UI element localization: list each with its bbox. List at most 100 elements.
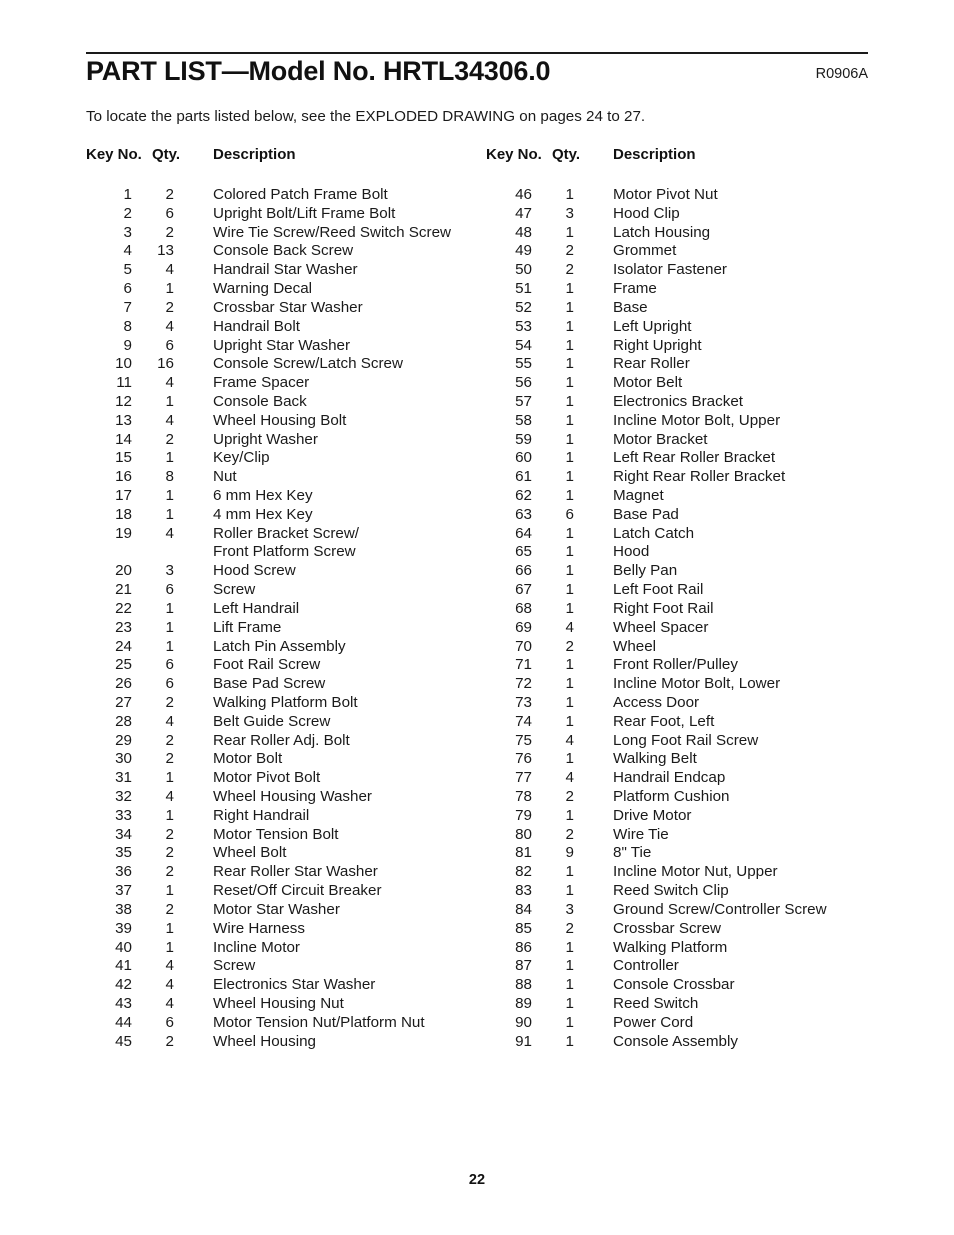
table-row: 88 1 Console Crossbar: [486, 976, 886, 995]
cell-qty: 1: [565, 581, 574, 599]
cell-key-no: 51: [515, 280, 532, 298]
cell-key-no: 73: [515, 693, 532, 711]
cell-qty: 2: [165, 186, 174, 203]
cell-description: Frame: [613, 280, 657, 298]
cell-description: Upright Bolt/Lift Frame Bolt: [213, 204, 396, 222]
cell-qty: 2: [165, 863, 174, 881]
cell-qty: 2: [165, 693, 174, 711]
column-header-qty: Qty.: [552, 146, 581, 163]
cell-key-no: 71: [515, 656, 532, 674]
cell-description: Wire Tie Screw/Reed Switch Screw: [213, 223, 452, 241]
table-row: 23 1 Lift Frame: [86, 619, 486, 638]
cell-qty: 1: [565, 317, 574, 335]
cell-description: Motor Pivot Bolt: [213, 769, 321, 787]
table-row: 58 1 Incline Motor Bolt, Upper: [486, 412, 886, 431]
cell-key-no: 62: [515, 487, 532, 504]
table-row: 38 2 Motor Star Washer: [86, 901, 486, 920]
cell-qty: 1: [165, 769, 174, 787]
cell-description: Lift Frame: [213, 618, 282, 636]
table-row: 19 4 Roller Bracket Screw/: [86, 525, 486, 544]
table-row: 12 1 Console Back: [86, 393, 486, 412]
cell-key-no: 39: [115, 919, 132, 937]
cell-key-no: 80: [515, 825, 532, 843]
cell-key-no: 58: [515, 411, 532, 429]
cell-qty: 2: [565, 242, 574, 260]
revision-code: R0906A: [815, 66, 868, 82]
cell-qty: 2: [165, 900, 174, 918]
cell-qty: 1: [565, 994, 574, 1012]
cell-qty: 1: [165, 505, 174, 523]
cell-key-no: 78: [515, 788, 532, 805]
cell-qty: 1: [165, 599, 174, 617]
cell-description: Right Upright: [613, 336, 702, 354]
cell-description: Incline Motor Nut, Upper: [613, 863, 778, 881]
cell-qty: 4: [165, 994, 174, 1012]
column-header-description: Description: [613, 146, 696, 163]
table-row: 57 1 Electronics Bracket: [486, 393, 886, 412]
table-row: 56 1 Motor Belt: [486, 374, 886, 393]
cell-qty: 1: [565, 806, 574, 824]
cell-key-no: 69: [515, 618, 532, 636]
cell-qty: 1: [565, 336, 574, 354]
table-row: 83 1 Reed Switch Clip: [486, 882, 886, 901]
table-row: 78 2 Platform Cushion: [486, 788, 886, 807]
table-row: 84 3 Ground Screw/Controller Screw: [486, 901, 886, 920]
cell-description: Motor Bracket: [613, 430, 708, 448]
cell-qty: 1: [565, 411, 574, 429]
table-row: 55 1 Rear Roller: [486, 355, 886, 374]
cell-key-no: 1: [123, 186, 132, 203]
cell-qty: 2: [165, 844, 174, 862]
cell-qty: 2: [565, 919, 574, 937]
cell-key-no: 23: [115, 618, 132, 636]
cell-description: Front Roller/Pulley: [613, 656, 738, 674]
cell-qty: 16: [157, 355, 174, 373]
cell-description: Rear Roller Adj. Bolt: [213, 731, 350, 749]
table-row: 21 6 Screw: [86, 581, 486, 600]
cell-key-no: 12: [115, 392, 132, 410]
table-row: 33 1 Right Handrail: [86, 807, 486, 826]
cell-description: Wheel Bolt: [213, 844, 287, 862]
cell-key-no: 48: [515, 223, 532, 241]
cell-key-no: 27: [115, 693, 132, 711]
cell-qty: 1: [565, 543, 574, 561]
table-row: 34 2 Motor Tension Bolt: [86, 826, 486, 845]
cell-key-no: 65: [515, 543, 532, 561]
cell-qty: 1: [565, 449, 574, 467]
table-row: 16 8 Nut: [86, 468, 486, 487]
cell-key-no: 56: [515, 374, 532, 392]
cell-key-no: 89: [515, 994, 532, 1012]
cell-description: Incline Motor Bolt, Lower: [613, 675, 781, 693]
cell-qty: 4: [165, 317, 174, 335]
cell-qty: 1: [565, 524, 574, 542]
cell-qty: 4: [165, 524, 174, 542]
cell-description: Isolator Fastener: [613, 261, 727, 279]
table-body-left: 1 2 Colored Patch Frame Bolt 2 6 Upright Bolt…: [86, 186, 486, 1051]
cell-description: Warning Decal: [213, 280, 313, 298]
cell-description: Hood Clip: [613, 204, 680, 222]
cell-description: Hood Screw: [213, 562, 296, 580]
cell-description: Console Assembly: [613, 1032, 738, 1050]
table-row: 67 1 Left Foot Rail: [486, 581, 886, 600]
table-row: 62 1 Magnet: [486, 487, 886, 506]
table-row: 42 4 Electronics Star Washer: [86, 976, 486, 995]
cell-description: Console Crossbar: [613, 976, 735, 994]
cell-qty: 2: [165, 750, 174, 768]
cell-key-no: 46: [515, 186, 532, 203]
cell-key-no: 8: [123, 317, 132, 335]
table-row: 43 4 Wheel Housing Nut: [86, 995, 486, 1014]
cell-description: Key/Clip: [213, 449, 270, 467]
table-row: 72 1 Incline Motor Bolt, Lower: [486, 675, 886, 694]
cell-key-no: 43: [115, 994, 132, 1012]
cell-key-no: 4: [123, 242, 132, 260]
cell-description: Wheel Housing Nut: [213, 994, 344, 1012]
cell-description: 8" Tie: [613, 844, 652, 862]
cell-qty: 8: [165, 468, 174, 486]
cell-qty: 6: [165, 204, 174, 222]
cell-description: Platform Cushion: [613, 788, 730, 805]
cell-qty: 1: [165, 392, 174, 410]
cell-description: Latch Catch: [613, 524, 695, 542]
cell-qty: 1: [165, 806, 174, 824]
table-row: 59 1 Motor Bracket: [486, 431, 886, 450]
table-row: 24 1 Latch Pin Assembly: [86, 638, 486, 657]
table-row: 30 2 Motor Bolt: [86, 750, 486, 769]
